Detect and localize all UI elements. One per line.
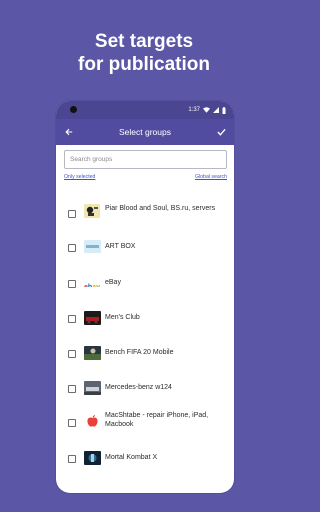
list-item[interactable]: ART BOX (56, 237, 234, 257)
headline: Set targets for publication (0, 30, 288, 76)
group-thumbnail (84, 346, 101, 360)
group-label: eBay (105, 279, 121, 286)
apple-logo (84, 414, 101, 428)
battery-icon (222, 106, 226, 114)
check-icon[interactable] (214, 128, 228, 136)
phone-frame: 1:37 Select groups Search groups Only se… (56, 101, 234, 493)
checkbox[interactable] (68, 350, 76, 358)
screen-title: Select groups (119, 127, 171, 137)
list-item[interactable]: Piar Blood and Soul, BS.ru, servers (56, 201, 234, 225)
status-bar: 1:37 (56, 101, 234, 119)
group-label: Mortal Kombat X (105, 454, 158, 461)
status-icons: 1:37 (188, 106, 226, 114)
group-thumbnail (84, 240, 101, 253)
group-thumbnail (84, 451, 101, 465)
status-time: 1:37 (188, 107, 200, 113)
group-label: Mercedes-benz w124 (105, 384, 172, 391)
list-item[interactable]: ebay eBay (56, 273, 234, 293)
group-thumbnail (84, 311, 101, 325)
checkbox[interactable] (68, 244, 76, 252)
wifi-icon (203, 107, 210, 113)
signal-icon (213, 107, 219, 113)
headline-line-2: for publication (78, 54, 210, 75)
checkbox[interactable] (68, 385, 76, 393)
global-search-link[interactable]: Global search (195, 174, 227, 180)
checkbox[interactable] (68, 419, 76, 427)
list-item[interactable]: Mercedes-benz w124 (56, 378, 234, 398)
headline-line-1: Set targets (94, 31, 194, 52)
only-selected-link[interactable]: Only selected (64, 174, 95, 180)
list-item[interactable]: Men's Club (56, 308, 234, 328)
checkbox[interactable] (68, 455, 76, 463)
group-label: MacShtabe - repair iPhone, iPad, Macbook (105, 412, 209, 428)
group-label: Piar Blood and Soul, BS.ru, servers (105, 205, 216, 212)
list-item[interactable]: Mortal Kombat X (56, 448, 234, 468)
svg-text:ebay: ebay (84, 284, 100, 287)
ebay-logo: ebay (84, 278, 101, 287)
arrow-left-icon[interactable] (62, 128, 76, 136)
filter-links: Only selected Global search (56, 174, 234, 180)
checkbox[interactable] (68, 315, 76, 323)
list-item[interactable]: Bench FIFA 20 Mobile (56, 343, 234, 363)
checkbox[interactable] (68, 280, 76, 288)
group-thumbnail (84, 381, 101, 395)
search-input[interactable] (70, 156, 226, 163)
group-thumbnail (84, 204, 100, 218)
list-item[interactable]: MacShtabe - repair iPhone, iPad, Macbook (56, 409, 234, 435)
app-bar: Select groups (56, 119, 234, 145)
camera-icon (70, 106, 77, 113)
group-label: Men's Club (105, 314, 140, 321)
search-field[interactable] (64, 150, 227, 169)
checkbox[interactable] (68, 210, 76, 218)
group-label: Bench FIFA 20 Mobile (105, 349, 174, 356)
group-label: ART BOX (105, 243, 136, 250)
